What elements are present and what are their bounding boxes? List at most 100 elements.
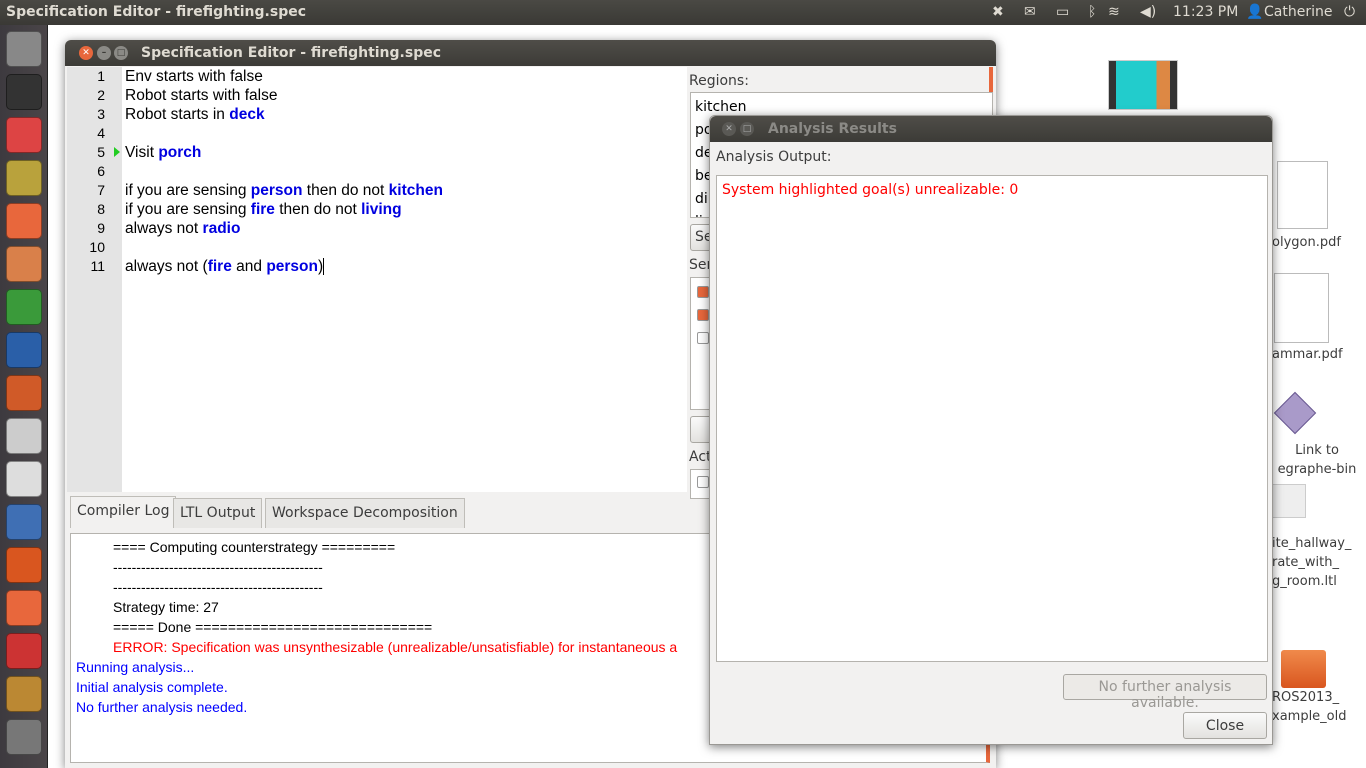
dropbox-icon[interactable]: ✖ <box>992 4 1004 20</box>
maximize-icon[interactable]: □ <box>740 122 754 136</box>
home-folder-icon[interactable] <box>6 246 42 282</box>
region-keyword: deck <box>229 106 265 123</box>
software-center-icon[interactable] <box>6 547 42 583</box>
stacked-apps-icon[interactable] <box>6 676 42 712</box>
bluetooth-icon[interactable]: ᛒ <box>1088 4 1096 20</box>
line-number: 4 <box>97 125 105 141</box>
region-keyword: radio <box>202 220 241 237</box>
close-icon[interactable]: ✕ <box>79 46 93 60</box>
line-number: 7 <box>97 182 105 198</box>
analysis-output-text: System highlighted goal(s) unrealizable:… <box>722 182 1019 198</box>
desktop-item-label[interactable]: olygon.pdf <box>1272 233 1341 252</box>
sensor-checkbox[interactable] <box>697 332 709 344</box>
line-number: 11 <box>90 258 105 274</box>
code-line: if you are sensing person then do not ki… <box>125 182 443 200</box>
log-line: No further analysis needed. <box>76 699 248 715</box>
region-keyword: fire <box>207 258 232 275</box>
code-text: always not ( <box>125 258 208 275</box>
terminal-icon[interactable] <box>6 74 42 110</box>
regions-label: Regions: <box>689 73 749 89</box>
line-number: 10 <box>89 239 105 255</box>
link-icon[interactable] <box>1273 391 1317 435</box>
code-text: Robot starts with false <box>125 87 278 104</box>
code-line: Robot starts in deck <box>125 106 265 124</box>
log-line: Initial analysis complete. <box>76 679 228 695</box>
title-bar[interactable]: ✕ – □ Specification Editor - firefightin… <box>65 40 996 66</box>
user-name[interactable]: Catherine <box>1264 4 1332 20</box>
log-line: ----------------------------------------… <box>113 559 323 575</box>
pdf-document-icon[interactable] <box>1277 161 1328 229</box>
tab-compiler-log[interactable]: Compiler Log <box>70 496 177 528</box>
log-line: ----------------------------------------… <box>113 579 323 595</box>
text-editor-icon[interactable] <box>6 418 42 454</box>
sensor-checkbox[interactable] <box>697 286 709 298</box>
log-line: ===== Done ============================= <box>113 619 433 635</box>
analysis-output[interactable]: System highlighted goal(s) unrealizable:… <box>716 175 1268 662</box>
log-line: ==== Computing counterstrategy ========= <box>113 539 396 555</box>
trash-icon[interactable] <box>6 719 42 755</box>
active-window-title: Specification Editor - firefighting.spec <box>6 4 307 20</box>
code-line: if you are sensing fire then do not livi… <box>125 201 402 219</box>
region-keyword: fire <box>250 201 275 218</box>
region-keyword: porch <box>158 144 202 161</box>
code-editor[interactable]: 1 Env starts with false 2 Robot starts with… <box>67 67 687 492</box>
impress-icon[interactable] <box>6 375 42 411</box>
code-text: Visit <box>125 144 159 161</box>
code-text: then do not <box>302 182 389 199</box>
text-file-icon[interactable] <box>1272 484 1306 518</box>
tab-workspace-decomposition[interactable]: Workspace Decomposition <box>265 498 465 528</box>
window-title: Specification Editor - firefighting.spec <box>141 45 442 61</box>
desktop-item-label[interactable]: Link to egraphe-bin <box>1272 441 1362 479</box>
power-icon[interactable]: ⏻ <box>1344 4 1355 20</box>
region-keyword: person <box>250 182 303 199</box>
folder-icon[interactable] <box>1281 650 1326 688</box>
region-keyword: living <box>361 201 402 218</box>
region-keyword: person <box>266 258 318 275</box>
writer-icon[interactable] <box>6 332 42 368</box>
wifi-icon[interactable]: ≋ <box>1108 4 1120 20</box>
user-icon[interactable]: 👤 <box>1246 4 1263 20</box>
close-icon[interactable]: ✕ <box>722 122 736 136</box>
pdf-document-icon[interactable] <box>1274 273 1329 343</box>
current-line-marker-icon <box>114 147 120 157</box>
texmaker-icon[interactable] <box>6 461 42 497</box>
code-line: Visit porch <box>125 144 201 162</box>
log-line: Strategy time: 27 <box>113 599 219 615</box>
code-line: Env starts with false <box>125 68 263 86</box>
maximize-icon[interactable]: □ <box>114 46 128 60</box>
video-thumbnail-icon[interactable] <box>1108 60 1178 110</box>
ubuntu-dash-icon[interactable] <box>6 31 42 67</box>
line-number: 3 <box>97 106 105 122</box>
further-analysis-button[interactable]: No further analysis available. <box>1063 674 1267 711</box>
desktop-item-label[interactable]: ite_hallway_ rate_with_ g_room.ltl <box>1272 534 1362 591</box>
mail-icon[interactable]: ✉ <box>1024 4 1036 20</box>
action-checkbox[interactable] <box>697 476 709 488</box>
minimize-icon[interactable]: – <box>97 46 111 60</box>
desktop-item-label[interactable]: ammar.pdf <box>1272 345 1343 364</box>
code-text: then do not <box>274 201 362 218</box>
archive-manager-icon[interactable] <box>6 160 42 196</box>
app-icon[interactable] <box>6 633 42 669</box>
battery-icon[interactable]: ▭ <box>1056 4 1069 20</box>
code-text: Robot starts in <box>125 106 230 123</box>
calc-icon[interactable] <box>6 289 42 325</box>
dialog-title-bar[interactable]: ✕ □ Analysis Results <box>710 116 1272 142</box>
log-line: ERROR: Specification was unsynthesizable… <box>113 639 678 655</box>
code-text: if you are sensing <box>125 182 251 199</box>
tab-ltl-output[interactable]: LTL Output <box>173 498 263 528</box>
volume-icon[interactable]: ◀) <box>1140 4 1156 20</box>
text-cursor <box>323 258 325 275</box>
chrome-icon[interactable] <box>6 117 42 153</box>
log-line: Running analysis... <box>76 659 195 675</box>
line-number: 2 <box>97 87 105 103</box>
sensor-checkbox[interactable] <box>697 309 709 321</box>
clock[interactable]: 11:23 PM <box>1173 4 1238 20</box>
close-button[interactable]: Close <box>1183 712 1267 739</box>
files-icon[interactable] <box>6 203 42 239</box>
line-number: 8 <box>97 201 105 217</box>
code-line: always not (fire and person) <box>125 258 325 276</box>
desktop-item-label[interactable]: ROS2013_ xample_old <box>1272 688 1362 726</box>
ubuntu-one-icon[interactable] <box>6 590 42 626</box>
code-text: and <box>231 258 267 275</box>
network-icon[interactable] <box>6 504 42 540</box>
